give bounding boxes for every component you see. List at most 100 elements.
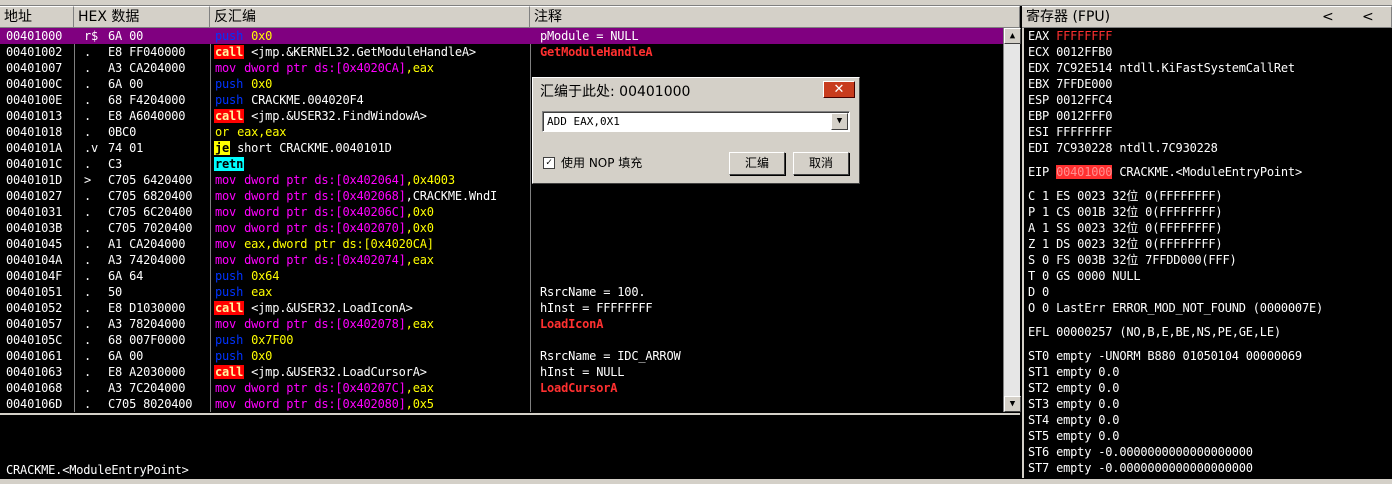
fpu-row[interactable]: ST0 empty -UNORM B880 01050104 00000069 [1028,348,1302,364]
nop-fill-label[interactable]: 使用 NOP 填充 [561,155,642,171]
header-disasm[interactable]: 反汇编 [210,6,530,28]
row-address: 00401013 [6,109,63,123]
assemble-input-value[interactable]: ADD EAX,0X1 [547,114,620,129]
register-comment: ntdll.7C930228 [1119,141,1218,155]
reg-nav-right-button[interactable]: < [1362,7,1374,27]
register-value[interactable]: 00401000 [1056,165,1113,179]
register-row[interactable]: ESI FFFFFFFF [1028,124,1113,140]
chevron-down-icon[interactable]: ▼ [831,113,848,130]
register-value[interactable]: 7C930228 [1056,141,1112,155]
disasm-row[interactable]: 00401027. C705 6820400 mov dword ptr ds:[0… [0,188,1003,204]
disasm-row[interactable]: 00401007. A3 CA204000 mov dword ptr ds:[0x… [0,60,1003,76]
fpu-row[interactable]: ST3 empty 0.0 [1028,396,1120,412]
disasm-row[interactable]: 0040105C. 68 007F0000 push 0x7F00 [0,332,1003,348]
disasm-row[interactable]: 0040106D. C705 8020400 mov dword ptr ds:[0… [0,396,1003,412]
row-marker: . [84,125,92,139]
scroll-down-button[interactable]: ▼ [1004,396,1021,412]
fpu-row[interactable]: ST5 empty 0.0 [1028,428,1120,444]
register-value[interactable]: FFFFFFFF [1056,29,1112,43]
register-row[interactable]: ESP 0012FFC4 [1028,92,1113,108]
register-name: ESP [1028,93,1050,107]
register-value[interactable]: 0012FFB0 [1056,45,1112,59]
disasm-row[interactable]: 00401057. A3 78204000 mov dword ptr ds:[0x… [0,316,1003,332]
instruction-operand: <jmp.&USER32.LoadCursorA> [244,365,427,379]
fpu-row[interactable]: ST4 empty 0.0 [1028,412,1120,428]
disasm-row[interactable]: 00401063. E8 A2030000 call <jmp.&USER32.Lo… [0,364,1003,380]
header-hex[interactable]: HEX 数据 [74,6,210,28]
fpu-row[interactable]: ST7 empty -0.0000000000000000000 [1028,460,1253,476]
header-comment[interactable]: 注释 [530,6,1020,28]
row-marker: > [84,173,92,187]
flag-row[interactable]: T 0 GS 0000 NULL [1028,268,1141,284]
row-comment: LoadCursorA [540,381,618,395]
flag-row[interactable]: A 1 SS 0023 32位 0(FFFFFFFF) [1028,220,1223,236]
row-marker: .v [84,141,99,155]
fpu-row[interactable]: ST2 empty 0.0 [1028,380,1120,396]
row-address: 00401002 [6,45,63,59]
register-row[interactable]: EDX 7C92E514 ntdll.KiFastSystemCallRet [1028,60,1295,76]
register-value[interactable]: 7C92E514 [1056,61,1112,75]
disasm-row[interactable]: 00401051. 50 push eax RsrcName = 100. [0,284,1003,300]
row-hex: C705 7020400 [108,221,193,235]
row-marker: . [84,253,92,267]
assemble-input[interactable]: ADD EAX,0X1 ▼ [542,111,850,132]
row-comment: hInst = NULL [540,365,625,379]
eip-row[interactable]: EIP 00401000 CRACKME.<ModuleEntryPoint> [1028,164,1302,180]
register-value[interactable]: 0012FFF0 [1056,109,1112,123]
flag-row[interactable]: D 0 [1028,284,1049,300]
disasm-row[interactable]: 0040103B. C705 7020400 mov dword ptr ds:[0… [0,220,1003,236]
registers-pane[interactable]: EAX FFFFFFFF ECX 0012FFB0 EDX 7C92E514 n… [1022,28,1392,478]
register-row[interactable]: EAX FFFFFFFF [1028,28,1113,44]
row-disasm: mov dword ptr ds:[0x402074],eax [214,252,530,268]
register-row[interactable]: EDI 7C930228 ntdll.7C930228 [1028,140,1218,156]
flag-row[interactable]: P 1 CS 001B 32位 0(FFFFFFFF) [1028,204,1223,220]
flag-segment-text: T 0 GS 0000 NULL [1028,269,1141,283]
row-marker: . [84,157,92,171]
register-value[interactable]: 0012FFC4 [1056,93,1112,107]
instruction-operand: 0x7F00 [244,333,294,347]
row-marker: . [84,109,92,123]
register-row[interactable]: ECX 0012FFB0 [1028,44,1113,60]
assemble-dialog[interactable]: 汇编于此处: 00401000 ✕ ADD EAX,0X1 ▼ ✓ 使用 NOP… [532,77,860,184]
disasm-row[interactable]: 00401045. A1 CA204000 mov eax,dword ptr ds… [0,236,1003,252]
disasm-row[interactable]: 00401000 r$ 6A 00 push 0x0 pModule = NULL [0,28,1003,44]
nop-fill-checkbox[interactable]: ✓ [543,157,555,169]
efl-text: EFL 00000257 (NO,B,E,BE,NS,PE,GE,LE) [1028,325,1281,339]
dialog-title[interactable]: 汇编于此处: 00401000 [536,81,856,103]
row-comment [540,60,1002,76]
disasm-row[interactable]: 0040104F. 6A 64 push 0x64 [0,268,1003,284]
efl-row[interactable]: EFL 00000257 (NO,B,E,BE,NS,PE,GE,LE) [1028,324,1281,340]
header-address[interactable]: 地址 [0,6,74,28]
scroll-up-button[interactable]: ▲ [1004,28,1021,44]
register-row[interactable]: EBP 0012FFF0 [1028,108,1113,124]
disasm-row[interactable]: 00401031. C705 6C20400 mov dword ptr ds:[0… [0,204,1003,220]
register-name: EAX [1028,29,1050,43]
disasm-scrollbar[interactable]: ▲ ▼ [1003,28,1021,412]
header-registers[interactable]: 寄存器 (FPU) < < [1022,6,1392,28]
row-hex: 68 F4204000 [108,93,186,107]
flag-row[interactable]: S 0 FS 003B 32位 7FFDD000(FFF) [1028,252,1237,268]
fpu-text: ST7 empty -0.0000000000000000000 [1028,461,1253,475]
disasm-row[interactable]: 00401052. E8 D1030000 call <jmp.&USER32.Lo… [0,300,1003,316]
fpu-row[interactable]: ST6 empty -0.0000000000000000000 [1028,444,1253,460]
cancel-button[interactable]: 取消 [793,152,849,175]
instruction-mnemonic: call [214,365,245,379]
row-hex: E8 A2030000 [108,365,186,379]
assemble-button[interactable]: 汇编 [729,152,785,175]
flag-row[interactable]: O 0 LastErr ERROR_MOD_NOT_FOUND (0000007… [1028,300,1323,316]
flag-row[interactable]: C 1 ES 0023 32位 0(FFFFFFFF) [1028,188,1223,204]
fpu-row[interactable]: ST1 empty 0.0 [1028,364,1120,380]
register-row[interactable]: EBX 7FFDE000 [1028,76,1113,92]
instruction-mnemonic: mov [215,205,237,219]
register-value[interactable]: 7FFDE000 [1056,77,1112,91]
disasm-row[interactable]: 00401068. A3 7C204000 mov dword ptr ds:[0x… [0,380,1003,396]
close-icon[interactable]: ✕ [823,81,855,98]
row-comment: LoadIconA [540,317,604,331]
flag-row[interactable]: Z 1 DS 0023 32位 0(FFFFFFFF) [1028,236,1223,252]
disasm-row[interactable]: 00401002. E8 FF040000 call <jmp.&KERNEL32.… [0,44,1003,60]
register-value[interactable]: FFFFFFFF [1056,125,1112,139]
reg-nav-left-button[interactable]: < [1322,7,1334,27]
disasm-row[interactable]: 00401061. 6A 00 push 0x0 RsrcName = IDC_ARR… [0,348,1003,364]
disasm-row[interactable]: 0040104A. A3 74204000 mov dword ptr ds:[0x… [0,252,1003,268]
instruction-operand: dword ptr ds:[0x4020CA] [237,61,406,75]
